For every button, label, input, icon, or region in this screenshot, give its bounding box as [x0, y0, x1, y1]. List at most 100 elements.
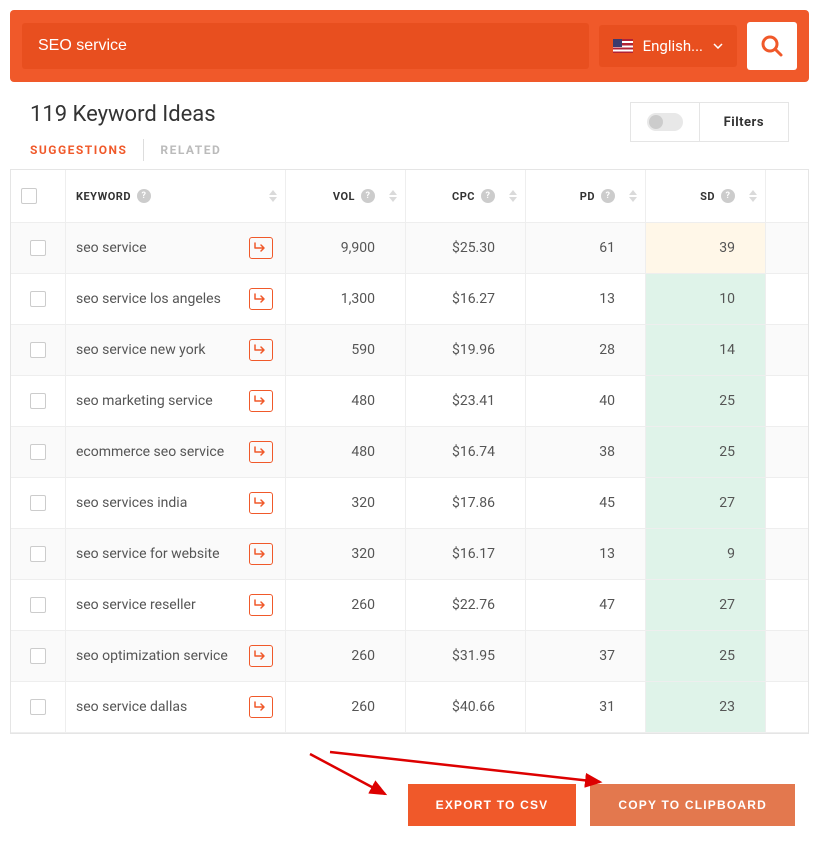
keyword-text: seo service reseller — [76, 597, 196, 613]
td-keyword: seo optimization service — [66, 631, 286, 681]
td-pd: 13 — [526, 529, 646, 579]
row-checkbox[interactable] — [30, 393, 46, 409]
td-keyword: seo service for website — [66, 529, 286, 579]
sort-icon — [629, 190, 637, 202]
expand-button[interactable] — [249, 594, 273, 616]
td-vol: 480 — [286, 376, 406, 426]
row-checkbox[interactable] — [30, 291, 46, 307]
expand-button[interactable] — [249, 339, 273, 361]
filters-button[interactable]: Filters — [700, 105, 788, 140]
td-check — [11, 274, 66, 324]
select-all-checkbox[interactable] — [21, 188, 37, 204]
td-pd: 13 — [526, 274, 646, 324]
help-icon: ? — [721, 189, 735, 203]
td-cpc: $25.30 — [406, 223, 526, 273]
td-keyword: seo service reseller — [66, 580, 286, 630]
copy-clipboard-button[interactable]: COPY TO CLIPBOARD — [590, 784, 795, 826]
language-select[interactable]: English... — [599, 25, 737, 67]
expand-button[interactable] — [249, 543, 273, 565]
th-checkbox — [11, 170, 66, 222]
filters-toggle[interactable] — [647, 113, 683, 131]
tabs: SUGGESTIONS RELATED — [30, 139, 237, 161]
keyword-text: seo service los angeles — [76, 291, 221, 307]
td-cpc: $40.66 — [406, 682, 526, 732]
td-cpc: $23.41 — [406, 376, 526, 426]
arrow-right-icon — [254, 293, 268, 305]
expand-button[interactable] — [249, 492, 273, 514]
td-sd: 25 — [646, 427, 766, 477]
td-vol: 320 — [286, 478, 406, 528]
th-pd-label: PD — [580, 190, 595, 203]
td-check — [11, 580, 66, 630]
search-input[interactable] — [22, 23, 589, 69]
td-check — [11, 376, 66, 426]
th-sd[interactable]: SD ? — [646, 170, 766, 222]
td-check — [11, 325, 66, 375]
row-checkbox[interactable] — [30, 342, 46, 358]
help-icon: ? — [137, 189, 151, 203]
th-vol[interactable]: VOL ? — [286, 170, 406, 222]
arrow-right-icon — [254, 344, 268, 356]
td-cpc: $17.86 — [406, 478, 526, 528]
row-checkbox[interactable] — [30, 495, 46, 511]
export-csv-button[interactable]: EXPORT TO CSV — [408, 784, 577, 826]
td-sd: 39 — [646, 223, 766, 273]
page-title: 119 Keyword Ideas — [30, 102, 237, 127]
td-keyword: seo marketing service — [66, 376, 286, 426]
td-cpc: $16.27 — [406, 274, 526, 324]
sort-icon — [389, 190, 397, 202]
search-button[interactable] — [747, 22, 797, 70]
row-checkbox[interactable] — [30, 699, 46, 715]
th-cpc[interactable]: CPC ? — [406, 170, 526, 222]
expand-button[interactable] — [249, 390, 273, 412]
td-pd: 31 — [526, 682, 646, 732]
expand-button[interactable] — [249, 645, 273, 667]
table-row: ecommerce seo service480$16.743825 — [11, 427, 808, 478]
keyword-text: seo services india — [76, 495, 187, 511]
td-pd: 40 — [526, 376, 646, 426]
row-checkbox[interactable] — [30, 444, 46, 460]
td-pd: 38 — [526, 427, 646, 477]
td-pd: 61 — [526, 223, 646, 273]
tab-related[interactable]: RELATED — [144, 139, 237, 161]
keyword-text: seo optimization service — [76, 648, 228, 664]
row-checkbox[interactable] — [30, 546, 46, 562]
td-check — [11, 223, 66, 273]
table-row: seo service9,900$25.306139 — [11, 223, 808, 274]
td-keyword: seo service new york — [66, 325, 286, 375]
th-keyword[interactable]: KEYWORD ? — [66, 170, 286, 222]
table-row: seo service for website320$16.17139 — [11, 529, 808, 580]
expand-button[interactable] — [249, 696, 273, 718]
td-cpc: $19.96 — [406, 325, 526, 375]
table-row: seo service dallas260$40.663123 — [11, 682, 808, 733]
td-check — [11, 631, 66, 681]
td-sd: 23 — [646, 682, 766, 732]
table-row: seo service los angeles1,300$16.271310 — [11, 274, 808, 325]
td-check — [11, 682, 66, 732]
row-checkbox[interactable] — [30, 648, 46, 664]
td-check — [11, 529, 66, 579]
tab-suggestions[interactable]: SUGGESTIONS — [30, 139, 144, 161]
row-checkbox[interactable] — [30, 240, 46, 256]
action-bar: EXPORT TO CSV COPY TO CLIPBOARD — [10, 754, 809, 836]
keyword-table: KEYWORD ? VOL ? CPC ? PD ? SD ? seo serv… — [10, 169, 809, 734]
td-keyword: seo services india — [66, 478, 286, 528]
expand-button[interactable] — [249, 441, 273, 463]
row-checkbox[interactable] — [30, 597, 46, 613]
keyword-text: seo marketing service — [76, 393, 213, 409]
search-bar: English... — [10, 10, 809, 82]
expand-button[interactable] — [249, 288, 273, 310]
td-vol: 1,300 — [286, 274, 406, 324]
td-keyword: seo service — [66, 223, 286, 273]
td-pd: 37 — [526, 631, 646, 681]
table-row: seo services india320$17.864527 — [11, 478, 808, 529]
sort-icon — [509, 190, 517, 202]
keyword-text: seo service new york — [76, 342, 206, 358]
arrow-right-icon — [254, 242, 268, 254]
th-pd[interactable]: PD ? — [526, 170, 646, 222]
td-keyword: ecommerce seo service — [66, 427, 286, 477]
table-header: KEYWORD ? VOL ? CPC ? PD ? SD ? — [11, 170, 808, 223]
expand-button[interactable] — [249, 237, 273, 259]
td-sd: 9 — [646, 529, 766, 579]
td-pd: 28 — [526, 325, 646, 375]
